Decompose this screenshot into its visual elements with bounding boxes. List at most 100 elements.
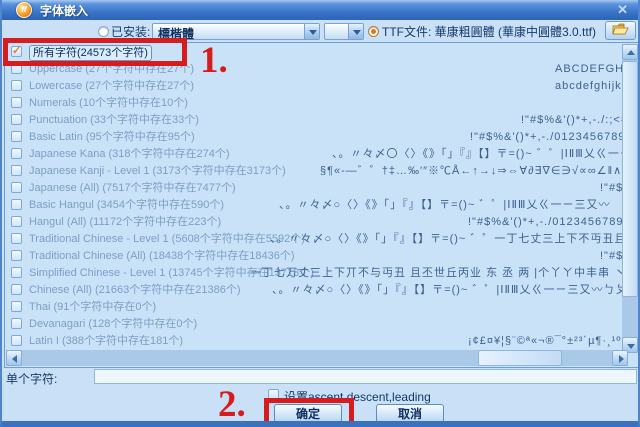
charset-checkbox[interactable]: ✓ bbox=[11, 46, 22, 57]
charset-row[interactable]: Japanese Kana (318个字符中存在274个) 、。〃々〆〇〈〉《》「… bbox=[5, 146, 623, 163]
charset-row[interactable]: Traditional Chinese (All) (18438个字符中存在18… bbox=[5, 248, 623, 265]
single-char-section: 单个字符: bbox=[2, 368, 638, 386]
charset-row[interactable]: Japanese (All) (7517个字符中存在7477个) !"#$%&'(… bbox=[5, 180, 623, 197]
charset-checkbox[interactable] bbox=[11, 80, 22, 91]
charset-label: Hangul (All) (11172个字符中存在223个) bbox=[29, 214, 221, 231]
single-char-label: 单个字符: bbox=[6, 370, 57, 387]
charset-label: Thai (91个字符中存在0个) bbox=[29, 299, 156, 316]
charset-label: Numerals (10个字符中存在10个) bbox=[29, 95, 188, 112]
charset-checkbox[interactable] bbox=[11, 63, 22, 74]
charset-label: Traditional Chinese - Level 1 (5608个字符中存… bbox=[29, 231, 305, 248]
charset-checkbox[interactable] bbox=[11, 114, 22, 125]
chevron-down-icon[interactable] bbox=[348, 24, 363, 39]
charset-sample-text: !"#$%&'()* bbox=[600, 248, 623, 265]
charset-checkbox[interactable] bbox=[11, 182, 22, 193]
charset-row[interactable]: Basic Hangul (3454个字符中存在590个) 、。〃々〆○〈〉《》「… bbox=[5, 197, 623, 214]
charset-checkbox[interactable] bbox=[11, 216, 22, 227]
charset-label: Traditional Chinese (All) (18438个字符中存在18… bbox=[29, 248, 295, 265]
metrics-checkbox-label: 设置ascent,descent,leading bbox=[284, 388, 431, 405]
charset-sample-text: 、。〃々〆○〈〉《》「」『』【】〒=()~ ゛゜|ⅠⅡⅢ乂ㄍ一ㄧ三又〰ㄅㄆㄇㄈㄉ… bbox=[272, 282, 623, 299]
font-embed-dialog: ff 字体嵌入 ✕ 已安装: 標楷體 TTF文件: 華康粗圓體 (華康中圓體3.… bbox=[0, 0, 640, 427]
charset-sample-text: 、。〃々〆〇〈〉《》「」『』【】〒=()~ ゛゜|ⅠⅡⅢ乂ㄍ一ㄧ三又〰ぁあいぃう… bbox=[332, 146, 623, 163]
charset-row[interactable]: Simplified Chinese - Level 1 (13745个字符中存… bbox=[5, 265, 623, 282]
charset-checkbox[interactable] bbox=[11, 318, 22, 329]
scroll-right-button[interactable] bbox=[612, 350, 628, 366]
installed-radio[interactable] bbox=[98, 26, 109, 37]
charset-row[interactable]: Traditional Chinese - Level 1 (5608个字符中存… bbox=[5, 231, 623, 248]
charset-label: Chinese (All) (21663个字符中存在21386个) bbox=[29, 282, 241, 299]
horizontal-scrollbar-thumb[interactable] bbox=[478, 350, 562, 366]
charset-rows: ✓ 所有字符(24573个字符)Uppercase (27个字符中存在27个) AB… bbox=[5, 44, 623, 352]
charset-checkbox[interactable] bbox=[11, 199, 22, 210]
charset-row[interactable]: Japanese Kanji - Level 1 (3173个字符中存在3173… bbox=[5, 163, 623, 180]
charset-checkbox[interactable] bbox=[11, 148, 22, 159]
charset-list: ✓ 所有字符(24573个字符)Uppercase (27个字符中存在27个) AB… bbox=[4, 42, 640, 368]
charset-row[interactable]: Basic Latin (95个字符中存在95个) !"#$%&'()*+,-./… bbox=[5, 129, 623, 146]
charset-row[interactable]: ✓ 所有字符(24573个字符) bbox=[5, 44, 623, 61]
charset-checkbox[interactable] bbox=[11, 250, 22, 261]
charset-label: Latin I (388个字符中存在181个) bbox=[29, 333, 183, 350]
horizontal-scrollbar[interactable] bbox=[6, 350, 628, 366]
charset-row[interactable]: Lowercase (27个字符中存在27个)abcdefghijklmnopq… bbox=[5, 78, 623, 95]
charset-sample-text: !"#$%&'()*+,-./0123456789:;<=>?@ABCD bbox=[468, 214, 623, 231]
charset-label: Basic Latin (95个字符中存在95个) bbox=[29, 129, 195, 146]
metrics-checkbox[interactable] bbox=[268, 389, 279, 400]
charset-label: Punctuation (33个字符中存在33个) bbox=[29, 112, 199, 129]
charset-checkbox[interactable] bbox=[11, 165, 22, 176]
charset-label: Japanese (All) (7517个字符中存在7477个) bbox=[29, 180, 236, 197]
folder-open-icon bbox=[612, 23, 629, 36]
charset-row[interactable]: Numerals (10个字符中存在10个) bbox=[5, 95, 623, 112]
charset-sample-text: !"#$%&'()*+,-./0123456789:;<=>?@ABCDEFG bbox=[470, 129, 623, 146]
charset-checkbox[interactable] bbox=[11, 284, 22, 295]
scroll-up-button[interactable] bbox=[622, 44, 638, 60]
charset-sample-text: §¶«-—゛゜†‡…‰′″※℃Å←↑→↓⇒⇔∀∂∃∇∈∋√∝∞∠‖∧∨Γ bbox=[320, 163, 623, 180]
scroll-left-button[interactable] bbox=[6, 350, 22, 366]
window-title: 字体嵌入 bbox=[40, 2, 88, 19]
charset-row[interactable]: Punctuation (33个字符中存在33个) !"#$%&'()*+,-./… bbox=[5, 112, 623, 129]
titlebar[interactable]: ff 字体嵌入 ✕ bbox=[2, 0, 638, 20]
app-logo-icon: ff bbox=[16, 2, 32, 18]
charset-sample-text: ¡¢£¤¥¦§¨©ª«¬®¯°±²³´µ¶·¸¹º»¼½¾¿ÀÁÂÃÄÅÆ bbox=[468, 333, 623, 350]
charset-row[interactable]: Thai (91个字符中存在0个) bbox=[5, 299, 623, 316]
vertical-scrollbar-thumb[interactable] bbox=[622, 61, 638, 297]
chevron-down-icon[interactable] bbox=[304, 24, 319, 39]
installed-font-dropdown[interactable]: 標楷體 bbox=[152, 23, 320, 40]
charset-sample-text: !"#$%&'()* bbox=[600, 180, 623, 197]
installed-radio-label: 已安装: bbox=[111, 23, 150, 40]
charset-sample-text: 、。〃々〆○〈〉《》「」『』【】〒=()~ ゛゜一丁七丈三上下不丏丑且丕世丘丙亟… bbox=[270, 231, 623, 248]
charset-checkbox[interactable] bbox=[11, 97, 22, 108]
cancel-button[interactable]: 取消 bbox=[376, 404, 444, 423]
charset-sample-text: 、。〃々〆○〈〉《》「」『』【】〒=()~ ゛゜|ⅠⅡⅢ乂ㄍ一ㄧ三又〰 bbox=[279, 197, 610, 214]
font-source-controls: 已安装: 標楷體 TTF文件: 華康粗圓體 (華康中圓體3.0.ttf) bbox=[2, 20, 638, 42]
charset-row[interactable]: Uppercase (27个字符中存在27个) ABCDEFGHIJKLMNOPQ… bbox=[5, 61, 623, 78]
charset-label: Japanese Kana (318个字符中存在274个) bbox=[29, 146, 230, 163]
charset-label: Japanese Kanji - Level 1 (3173个字符中存在3173… bbox=[29, 163, 286, 180]
style-dropdown[interactable] bbox=[324, 23, 364, 40]
charset-label: Devanagari (128个字符中存在0个) bbox=[29, 316, 197, 333]
charset-checkbox[interactable] bbox=[11, 131, 22, 142]
charset-sample-text: abcdefghijklmnopqrstuvwxyz bbox=[555, 78, 623, 95]
charset-sample-text: !"#$%&'()*+,-./:;<=>?@[\]^_`{|}~ bbox=[521, 112, 623, 129]
charset-checkbox[interactable] bbox=[11, 267, 22, 278]
ok-button[interactable]: 确定 bbox=[274, 404, 342, 423]
dialog-footer: 设置ascent,descent,leading 确定 取消 bbox=[2, 386, 638, 421]
ttf-file-label: TTF文件: 華康粗圓體 (華康中圓體3.0.ttf) bbox=[382, 23, 596, 40]
charset-sample-text: ABCDEFGHIJKLMNOPQRSTUVWXYZ bbox=[555, 61, 623, 78]
charset-row[interactable]: Hangul (All) (11172个字符中存在223个) !"#$%&'()*… bbox=[5, 214, 623, 231]
browse-ttf-button[interactable] bbox=[605, 21, 636, 40]
charset-label: Basic Hangul (3454个字符中存在590个) bbox=[29, 197, 224, 214]
charset-sample-text: 一丁七万丈三上下丌不与丏丑 且丕世丘丙业 东 丞 两 |个丫ㄚ中丰串 丶丸丹 主… bbox=[250, 265, 623, 282]
charset-row[interactable]: Devanagari (128个字符中存在0个) bbox=[5, 316, 623, 333]
charset-row[interactable]: Latin I (388个字符中存在181个) ¡¢£¤¥¦§¨©ª«¬®¯°±²… bbox=[5, 333, 623, 350]
charset-label: Uppercase (27个字符中存在27个) bbox=[29, 61, 194, 78]
single-char-input[interactable] bbox=[94, 369, 637, 384]
charset-checkbox[interactable] bbox=[11, 335, 22, 346]
charset-label: 所有字符(24573个字符) bbox=[29, 45, 152, 61]
vertical-scrollbar[interactable] bbox=[622, 44, 638, 353]
charset-row[interactable]: Chinese (All) (21663个字符中存在21386个) 、。〃々〆○〈… bbox=[5, 282, 623, 299]
close-icon[interactable]: ✕ bbox=[617, 2, 628, 18]
ttf-file-radio[interactable] bbox=[368, 26, 379, 37]
charset-checkbox[interactable] bbox=[11, 301, 22, 312]
charset-checkbox[interactable] bbox=[11, 233, 22, 244]
installed-font-value: 標楷體 bbox=[158, 25, 194, 42]
